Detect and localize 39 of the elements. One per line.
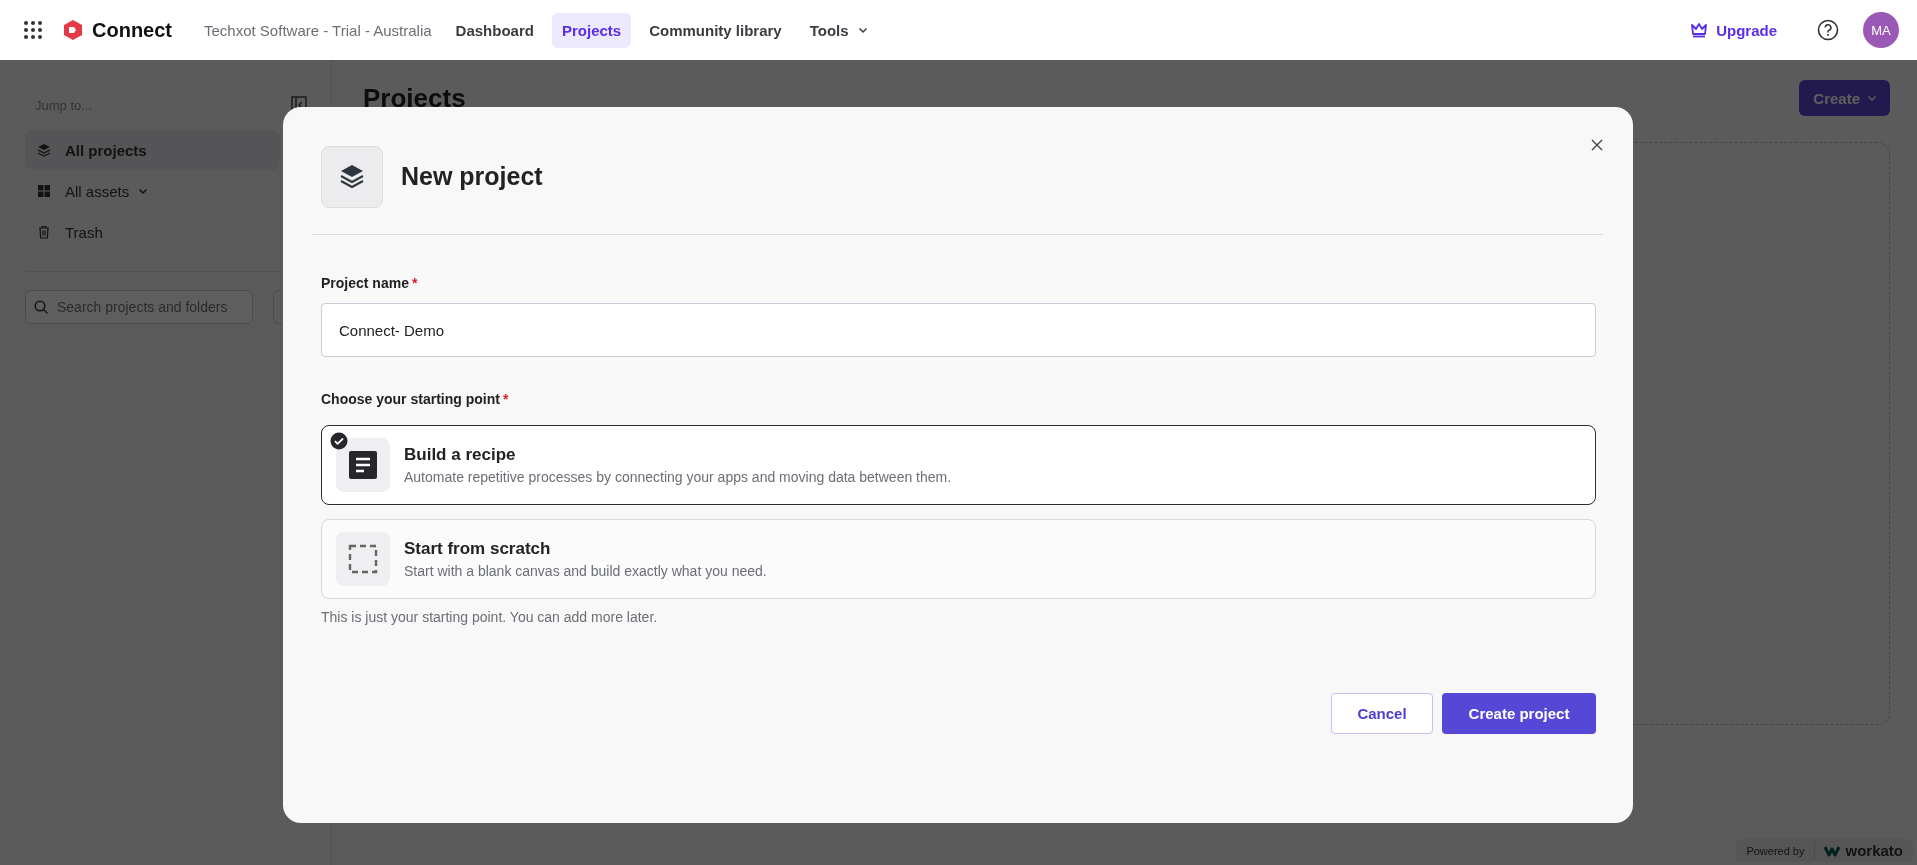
help-icon[interactable]: [1817, 19, 1839, 41]
field-label: Choose your starting point: [321, 391, 500, 407]
dialog-title: New project: [401, 162, 543, 191]
required-mark: *: [411, 275, 418, 291]
project-name-field[interactable]: Connect- Demo: [321, 303, 1596, 357]
app-name: Connect: [92, 18, 172, 42]
hint-text: This is just your starting point. You can add more later.: [321, 609, 659, 625]
logo-icon: [1823, 844, 1842, 857]
nav-tab[interactable]: Tools: [799, 12, 879, 48]
user-avatar[interactable]: MA: [1863, 12, 1899, 48]
trash-icon: [37, 225, 51, 239]
field-label: Project name: [321, 275, 409, 291]
layers-icon: [321, 145, 383, 208]
layers-icon: [37, 143, 51, 157]
grid-icon: [37, 184, 51, 198]
create-project-button[interactable]: Create project: [1442, 693, 1596, 734]
brand-name: workato: [1845, 842, 1903, 859]
option-title: Start from scratch: [404, 539, 552, 559]
apps-grid-icon[interactable]: [24, 21, 42, 39]
search-icon: [34, 300, 49, 315]
page-title: Projects: [363, 82, 466, 114]
cancel-button[interactable]: Cancel: [1331, 693, 1433, 734]
dashed-square-icon: [348, 544, 378, 574]
option-description: Start with a blank canvas and build exactly what you need.: [404, 563, 767, 579]
upgrade-button[interactable]: Upgrade: [1684, 20, 1783, 40]
option-title: Build a recipe: [404, 445, 517, 465]
document-icon: [348, 450, 378, 480]
powered-by-label: Powered by: [1746, 844, 1805, 857]
option-card[interactable]: Build a recipe Automate repetitive processes by connecting your apps and moving data between them.: [321, 425, 1596, 505]
nav-tab[interactable]: Community library: [639, 12, 792, 48]
crown-icon: [1690, 22, 1709, 38]
required-mark: *: [502, 391, 509, 407]
option-card[interactable]: Start from scratch Start with a blank canvas and build exactly what you need.: [321, 519, 1596, 599]
option-description: Automate repetitive processes by connecting your apps and moving data between them.: [404, 469, 952, 485]
nav-tab[interactable]: Dashboard: [445, 12, 544, 48]
check-icon: [330, 432, 348, 450]
logo-icon: [62, 19, 84, 41]
workspace-name: Techxot Software - Trial - Australia: [204, 21, 432, 39]
nav-tab[interactable]: Projects: [551, 12, 632, 48]
